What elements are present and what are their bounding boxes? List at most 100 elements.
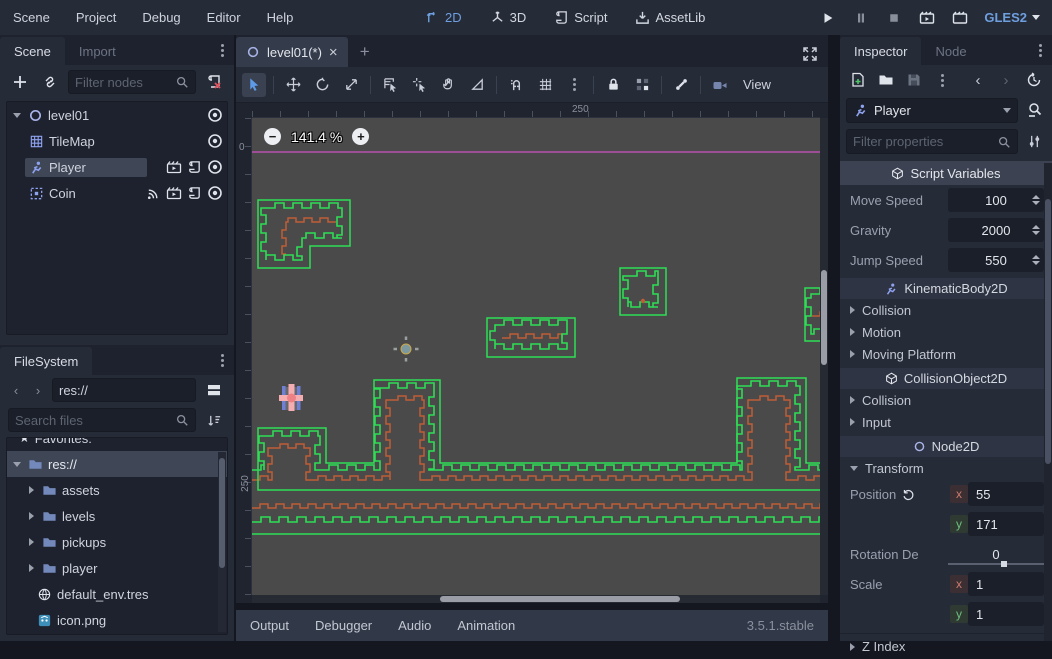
menu-help[interactable]: Help [254,0,307,35]
fs-row-levels[interactable]: levels [7,503,227,529]
scale-y-field[interactable]: 1 [968,602,1044,626]
fs-row-assets[interactable]: assets [7,477,227,503]
tab-filesystem[interactable]: FileSystem [0,347,92,375]
inspector-tools-icon[interactable] [1022,130,1046,154]
move-pivot-tool[interactable] [407,73,431,97]
audio-panel-button[interactable]: Audio [398,618,431,633]
group-collision-2[interactable]: Collision [840,389,1052,411]
detach-script-icon[interactable] [202,70,226,94]
expand-icon[interactable] [25,486,37,494]
ruler-tool[interactable] [465,73,489,97]
pause-button[interactable] [848,6,874,30]
rotate-tool[interactable] [310,73,334,97]
expand-icon[interactable] [25,538,37,546]
menu-editor[interactable]: Editor [194,0,254,35]
visibility-icon[interactable] [207,107,223,123]
category-kinematicbody2d[interactable]: KinematicBody2D [840,278,1052,299]
fs-row-player[interactable]: player [7,555,227,581]
fs-row-default-env[interactable]: default_env.tres [7,581,227,607]
load-resource-icon[interactable] [874,68,898,92]
resource-options-icon[interactable] [930,68,954,92]
workspace-3d[interactable]: 3D [480,0,537,35]
snap-options-icon[interactable] [562,73,586,97]
rotation-field[interactable]: 0 [948,542,1044,566]
fs-row-res[interactable]: res:// [7,451,227,477]
view-menu[interactable]: View [743,77,771,92]
history-forward-icon[interactable]: › [994,68,1018,92]
tree-row-player[interactable]: Player [7,154,227,180]
horizontal-scrollbar[interactable] [252,595,820,603]
list-select-tool[interactable] [378,73,402,97]
stop-button[interactable] [881,6,907,30]
play-scene-button[interactable] [914,6,940,30]
workspace-2d[interactable]: 2D [415,0,472,35]
renderer-dropdown[interactable]: GLES2 [980,10,1044,25]
spinner-icon[interactable] [1032,255,1040,265]
script-icon[interactable] [187,186,202,201]
scene-dock-menu-icon[interactable] [218,44,226,56]
jump-speed-field[interactable]: 550 [948,248,1044,272]
tab-node[interactable]: Node [921,37,980,65]
preview-camera-icon[interactable] [708,73,732,97]
script-variables-header[interactable]: Script Variables [840,161,1052,185]
nav-forward-icon[interactable]: › [30,378,46,402]
inspector-scrollbar[interactable] [1044,163,1052,641]
smart-snap-icon[interactable] [504,73,528,97]
tab-import[interactable]: Import [65,37,130,65]
inspector-menu-icon[interactable] [1036,44,1044,56]
scale-tool[interactable] [339,73,363,97]
group-transform[interactable]: Transform [840,457,1052,479]
fs-row-favorites[interactable]: ★ Favorites: [7,437,227,451]
spinner-icon[interactable] [1032,225,1040,235]
history-back-icon[interactable]: ‹ [966,68,990,92]
visibility-icon[interactable] [207,159,223,175]
group-input[interactable]: Input [840,411,1052,433]
fs-row-icon-png[interactable]: icon.png [7,607,227,633]
scale-x-field[interactable]: 1 [968,572,1044,596]
player-sprite[interactable] [279,384,303,411]
debugger-panel-button[interactable]: Debugger [315,618,372,633]
group-moving-platform[interactable]: Moving Platform [840,343,1052,365]
group-collision-1[interactable]: Collision [840,299,1052,321]
animation-panel-button[interactable]: Animation [457,618,515,633]
lock-object-icon[interactable] [601,73,625,97]
collapse-icon[interactable] [11,113,23,118]
visibility-icon[interactable] [207,185,223,201]
tree-row-level01[interactable]: level01 [7,102,227,128]
filter-properties-input[interactable] [846,129,1018,154]
vertical-scrollbar[interactable] [820,118,828,595]
save-resource-icon[interactable] [902,68,926,92]
open-docs-icon[interactable] [1022,99,1046,123]
revert-icon[interactable] [902,488,915,501]
zoom-out-button[interactable]: − [264,128,281,145]
new-scene-tab-button[interactable]: + [348,37,382,67]
expand-icon[interactable] [25,512,37,520]
new-resource-icon[interactable] [846,68,870,92]
menu-debug[interactable]: Debug [129,0,193,35]
group-object-icon[interactable] [630,73,654,97]
canvas-area[interactable]: − 141.4 % + [252,118,820,595]
play-button[interactable] [815,6,841,30]
skeleton-options-icon[interactable] [669,73,693,97]
select-tool[interactable] [242,73,266,97]
group-motion[interactable]: Motion [840,321,1052,343]
tab-inspector[interactable]: Inspector [840,37,921,65]
position-y-field[interactable]: 171 [968,512,1044,536]
open-scene-icon[interactable] [166,159,182,175]
pan-tool[interactable] [436,73,460,97]
sort-files-icon[interactable] [202,408,226,432]
output-panel-button[interactable]: Output [250,618,289,633]
nav-back-icon[interactable]: ‹ [8,378,24,402]
split-view-icon[interactable] [202,378,226,402]
play-custom-scene-button[interactable] [947,6,973,30]
spinner-icon[interactable] [1032,195,1040,205]
search-files-input[interactable] [8,408,196,432]
node-selector-dropdown[interactable]: Player [846,98,1018,123]
gravity-field[interactable]: 2000 [948,218,1044,242]
filesystem-scrollbar[interactable] [218,452,226,632]
collapse-icon[interactable] [11,462,23,467]
grid-snap-icon[interactable] [533,73,557,97]
script-icon[interactable] [187,160,202,175]
menu-scene[interactable]: Scene [0,0,63,35]
move-tool[interactable] [281,73,305,97]
